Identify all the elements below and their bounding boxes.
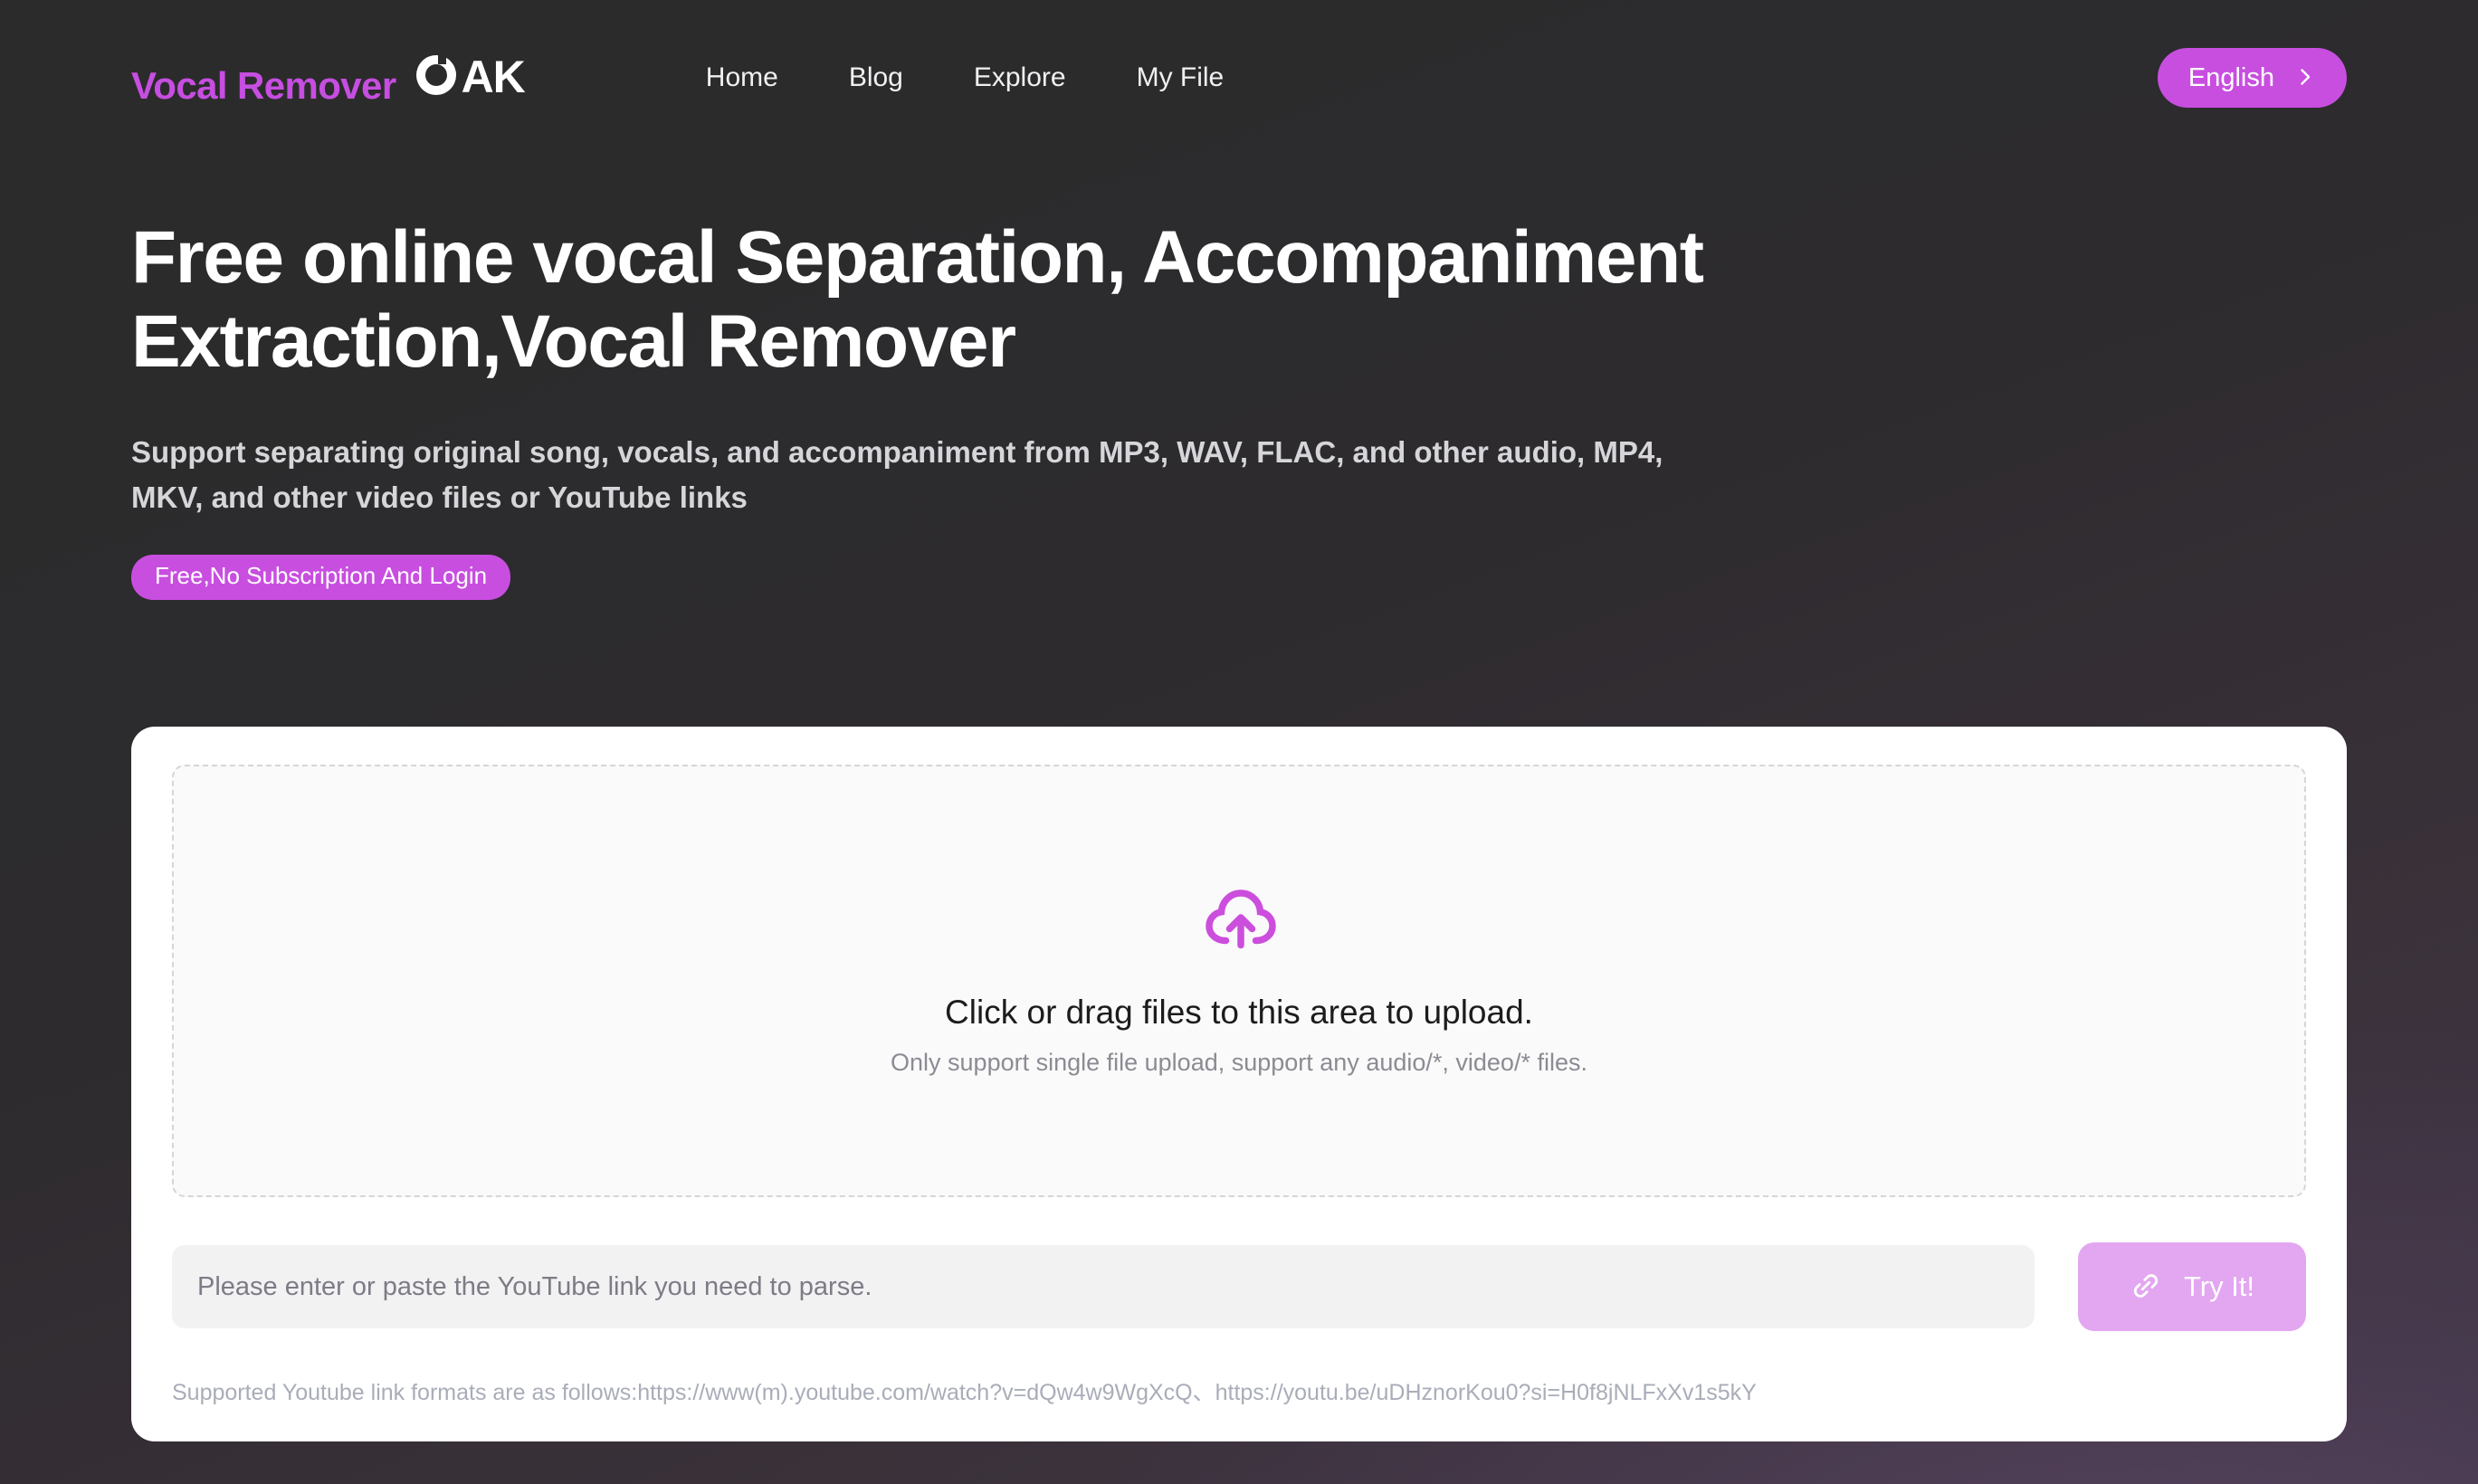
hero-section: Free online vocal Separation, Accompanim…	[131, 215, 2122, 600]
dropzone-subtitle: Only support single file upload, support…	[891, 1048, 1587, 1076]
nav-item-blog[interactable]: Blog	[849, 62, 903, 93]
brand-logo[interactable]: Vocal Remover AK	[131, 51, 526, 107]
supported-formats-hint: Supported Youtube link formats are as fo…	[172, 1380, 1757, 1405]
nav-item-explore[interactable]: Explore	[974, 62, 1066, 93]
o-ring-notched-icon	[413, 52, 460, 102]
youtube-link-row: Try It!	[172, 1242, 2306, 1331]
brand-logo-word: Vocal Remover	[131, 63, 396, 107]
brand-logo-ak: AK	[461, 51, 526, 102]
main-nav: Home Blog Explore My File	[706, 62, 1224, 93]
link-chain-icon	[2130, 1270, 2162, 1305]
site-header: Vocal Remover AK Home Blog Explore My Fi…	[0, 0, 2478, 156]
dropzone-title: Click or drag files to this area to uplo…	[945, 994, 1533, 1032]
nav-item-my-file[interactable]: My File	[1137, 62, 1225, 93]
hero-subtitle: Support separating original song, vocals…	[131, 434, 1663, 515]
page-title: Free online vocal Separation, Accompanim…	[131, 216, 1704, 384]
language-selector-label: English	[2187, 62, 2274, 92]
cloud-upload-icon	[1201, 885, 1277, 956]
try-it-button[interactable]: Try It!	[2078, 1242, 2306, 1331]
try-it-label: Try It!	[2183, 1270, 2255, 1302]
chevron-right-icon	[2294, 66, 2316, 90]
upload-card: Click or drag files to this area to uplo…	[131, 727, 2347, 1441]
language-selector-button[interactable]: English	[2157, 48, 2347, 108]
brand-logo-mark: AK	[413, 51, 526, 102]
file-dropzone[interactable]: Click or drag files to this area to uplo…	[172, 765, 2306, 1197]
youtube-link-input[interactable]	[172, 1245, 2035, 1328]
nav-item-home[interactable]: Home	[706, 62, 778, 93]
free-badge: Free,No Subscription And Login	[131, 555, 511, 600]
